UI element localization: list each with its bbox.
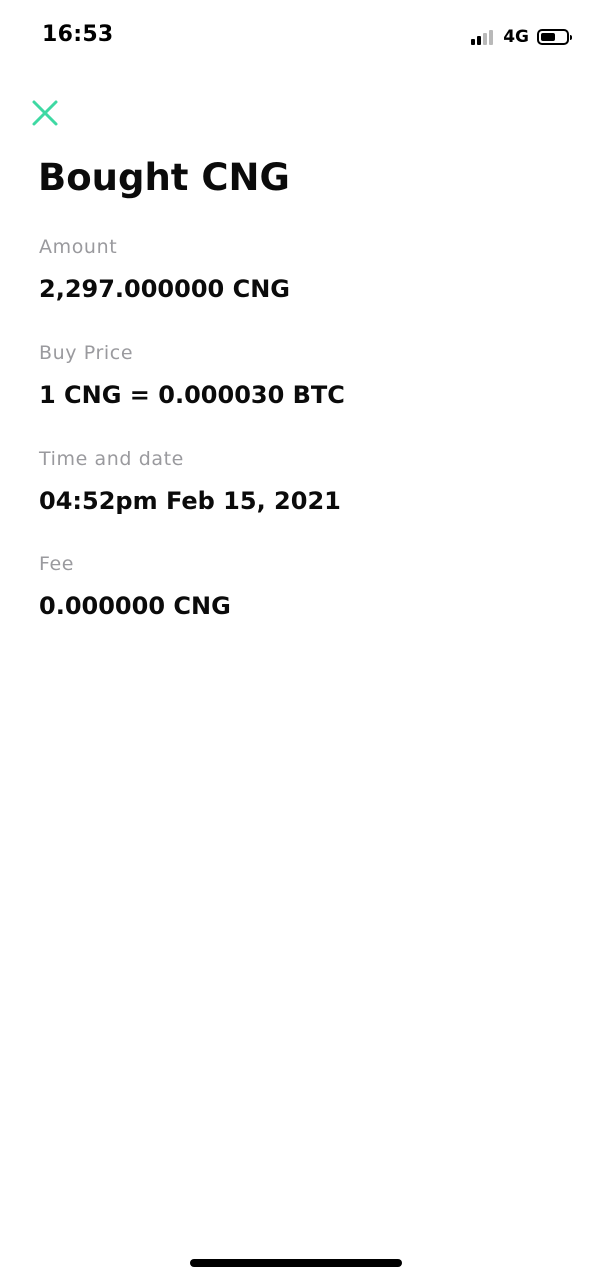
fee-section: Fee 0.000000 CNG (39, 553, 231, 620)
page-title: Bought CNG (38, 156, 290, 199)
status-indicators: 4G (471, 26, 572, 48)
battery-icon (537, 29, 572, 45)
network-type: 4G (503, 27, 529, 47)
time-date-label: Time and date (39, 448, 184, 470)
close-button[interactable] (30, 98, 60, 128)
buy-price-label: Buy Price (39, 342, 134, 364)
status-time: 16:53 (42, 22, 114, 47)
amount-section: Amount 2,297.000000 CNG (39, 236, 290, 303)
home-indicator[interactable] (190, 1259, 402, 1267)
time-date-value: 04:52pm Feb 15, 2021 (39, 487, 341, 515)
close-icon (32, 100, 58, 126)
time-date-section: Time and date 04:52pm Feb 15, 2021 (39, 448, 341, 515)
buy-price-section: Buy Price 1 CNG = 0.000030 BTC (39, 342, 345, 409)
fee-label: Fee (39, 553, 75, 575)
amount-value: 2,297.000000 CNG (39, 275, 290, 303)
cellular-signal-icon (471, 29, 495, 45)
amount-label: Amount (39, 236, 118, 258)
fee-value: 0.000000 CNG (39, 592, 231, 620)
status-bar: 16:53 4G (0, 0, 591, 72)
buy-price-value: 1 CNG = 0.000030 BTC (39, 381, 345, 409)
